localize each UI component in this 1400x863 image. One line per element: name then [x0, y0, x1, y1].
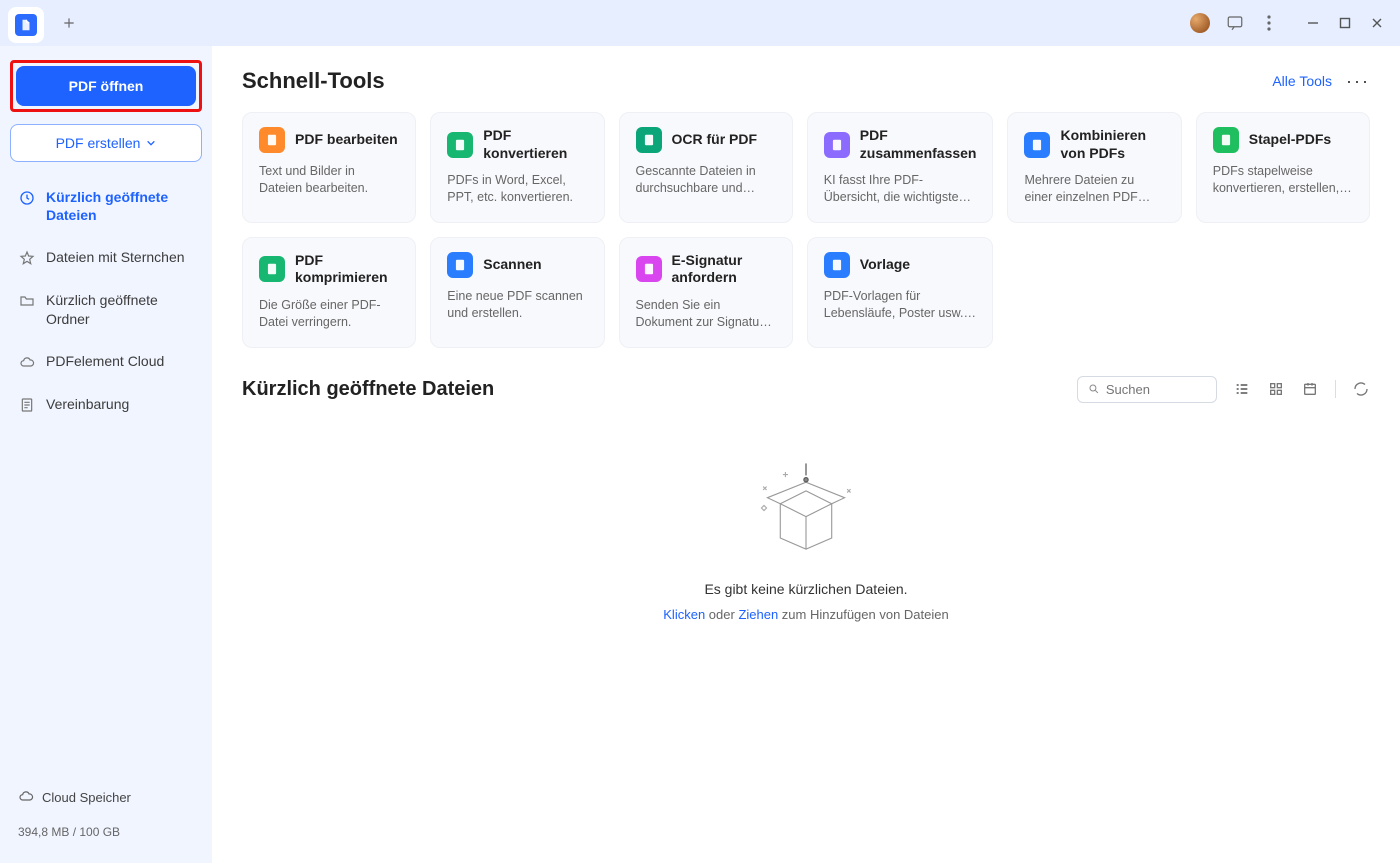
- empty-hint: Klicken oder Ziehen zum Hinzufügen von D…: [663, 607, 948, 622]
- tool-icon: [824, 132, 850, 158]
- tool-desc: PDFs stapelweise konvertieren, erstellen…: [1213, 163, 1353, 197]
- more-icon[interactable]: ···: [1346, 71, 1370, 92]
- grid-view-icon[interactable]: [1267, 380, 1285, 398]
- tool-icon: [1213, 127, 1239, 153]
- kebab-menu-icon[interactable]: [1260, 14, 1278, 32]
- sidebar-item-starred[interactable]: Dateien mit Sternchen: [10, 238, 202, 277]
- tool-card[interactable]: Vorlage PDF-Vorlagen für Lebensläufe, Po…: [807, 237, 994, 348]
- tool-card[interactable]: OCR für PDF Gescannte Dateien in durchsu…: [619, 112, 793, 223]
- search-input[interactable]: [1106, 382, 1206, 397]
- tool-card[interactable]: PDF bearbeiten Text und Bilder in Dateie…: [242, 112, 416, 223]
- empty-state: Es gibt keine kürzlichen Dateien. Klicke…: [242, 453, 1370, 622]
- document-icon: [18, 396, 36, 414]
- storage-usage: 394,8 MB / 100 GB: [18, 825, 194, 839]
- sidebar-item-recent-files[interactable]: Kürzlich geöffnete Dateien: [10, 178, 202, 234]
- tool-title: PDF konvertieren: [483, 127, 587, 162]
- star-icon: [18, 249, 36, 267]
- search-icon: [1088, 382, 1100, 396]
- cloud-storage-link[interactable]: Cloud Speicher: [18, 788, 194, 807]
- tool-icon: [636, 127, 662, 153]
- search-box[interactable]: [1077, 376, 1217, 403]
- sidebar: PDF öffnen PDF erstellen Kürzlich geöffn…: [0, 46, 212, 863]
- create-pdf-button[interactable]: PDF erstellen: [10, 124, 202, 162]
- open-pdf-button[interactable]: PDF öffnen: [16, 66, 196, 106]
- sidebar-item-agreement[interactable]: Vereinbarung: [10, 385, 202, 424]
- tool-card[interactable]: PDF zusammenfassen KI fasst Ihre PDF-Übe…: [807, 112, 994, 223]
- tool-card[interactable]: E-Signatur anfordern Senden Sie ein Doku…: [619, 237, 793, 348]
- sidebar-item-recent-folders[interactable]: Kürzlich geöffnete Ordner: [10, 281, 202, 337]
- tool-desc: Gescannte Dateien in durchsuchbare und b…: [636, 163, 776, 197]
- list-view-icon[interactable]: [1233, 380, 1251, 398]
- tool-desc: Text und Bilder in Dateien bearbeiten.: [259, 163, 399, 197]
- tool-title: Stapel-PDFs: [1249, 131, 1331, 149]
- tool-title: Scannen: [483, 256, 541, 274]
- tool-title: PDF zusammenfassen: [860, 127, 977, 162]
- tool-desc: KI fasst Ihre PDF-Übersicht, die wichtig…: [824, 172, 977, 206]
- new-tab-button[interactable]: [54, 8, 84, 38]
- tool-desc: Senden Sie ein Dokument zur Signatur an …: [636, 297, 776, 331]
- tool-title: Vorlage: [860, 256, 910, 274]
- chevron-down-icon: [146, 138, 156, 148]
- app-logo-icon: [15, 14, 37, 36]
- separator: [1335, 380, 1336, 398]
- tool-desc: Mehrere Dateien zu einer einzelnen PDF z…: [1024, 172, 1164, 206]
- comment-icon[interactable]: [1226, 14, 1244, 32]
- tool-title: PDF komprimieren: [295, 252, 399, 287]
- tool-icon: [636, 256, 662, 282]
- folder-icon: [18, 292, 36, 310]
- click-link[interactable]: Klicken: [663, 607, 705, 622]
- titlebar: [0, 0, 1400, 46]
- quick-tools-grid: PDF bearbeiten Text und Bilder in Dateie…: [242, 112, 1370, 348]
- recent-files-title: Kürzlich geöffnete Dateien: [242, 378, 494, 401]
- create-pdf-label: PDF erstellen: [56, 135, 141, 151]
- all-tools-link[interactable]: Alle Tools: [1272, 73, 1332, 89]
- app-tab[interactable]: [8, 7, 44, 43]
- refresh-icon[interactable]: [1352, 380, 1370, 398]
- quick-tools-title: Schnell-Tools: [242, 68, 385, 94]
- calendar-view-icon[interactable]: [1301, 380, 1319, 398]
- tool-card[interactable]: Kombinieren von PDFs Mehrere Dateien zu …: [1007, 112, 1181, 223]
- sidebar-item-label: Vereinbarung: [46, 395, 129, 413]
- tool-card[interactable]: Stapel-PDFs PDFs stapelweise konvertiere…: [1196, 112, 1370, 223]
- tool-icon: [447, 132, 473, 158]
- minimize-button[interactable]: [1304, 14, 1322, 32]
- close-button[interactable]: [1368, 14, 1386, 32]
- tool-title: Kombinieren von PDFs: [1060, 127, 1164, 162]
- tool-title: OCR für PDF: [672, 131, 758, 149]
- tool-card[interactable]: Scannen Eine neue PDF scannen und erstel…: [430, 237, 604, 348]
- cloud-storage-label: Cloud Speicher: [42, 790, 131, 805]
- clock-icon: [18, 189, 36, 207]
- tool-desc: Eine neue PDF scannen und erstellen.: [447, 288, 587, 322]
- highlight-annotation: PDF öffnen: [10, 60, 202, 112]
- sidebar-item-label: PDFelement Cloud: [46, 352, 164, 370]
- tool-icon: [259, 256, 285, 282]
- tool-desc: PDFs in Word, Excel, PPT, etc. konvertie…: [447, 172, 587, 206]
- maximize-button[interactable]: [1336, 14, 1354, 32]
- tool-icon: [447, 252, 473, 278]
- tool-title: E-Signatur anfordern: [672, 252, 776, 287]
- tool-title: PDF bearbeiten: [295, 131, 398, 149]
- tool-icon: [259, 127, 285, 153]
- tool-card[interactable]: PDF konvertieren PDFs in Word, Excel, PP…: [430, 112, 604, 223]
- tool-icon: [1024, 132, 1050, 158]
- drag-link[interactable]: Ziehen: [738, 607, 778, 622]
- sidebar-item-label: Kürzlich geöffnete Dateien: [46, 188, 194, 224]
- tool-card[interactable]: PDF komprimieren Die Größe einer PDF-Dat…: [242, 237, 416, 348]
- sidebar-item-label: Kürzlich geöffnete Ordner: [46, 291, 194, 327]
- sidebar-item-cloud[interactable]: PDFelement Cloud: [10, 342, 202, 381]
- cloud-icon: [18, 788, 34, 807]
- user-avatar[interactable]: [1190, 13, 1210, 33]
- tool-desc: Die Größe einer PDF-Datei verringern.: [259, 297, 399, 331]
- main-content: Schnell-Tools Alle Tools ··· PDF bearbei…: [212, 46, 1400, 863]
- empty-message: Es gibt keine kürzlichen Dateien.: [704, 581, 907, 597]
- tool-desc: PDF-Vorlagen für Lebensläufe, Poster usw…: [824, 288, 977, 322]
- tool-icon: [824, 252, 850, 278]
- sidebar-item-label: Dateien mit Sternchen: [46, 248, 185, 266]
- cloud-icon: [18, 353, 36, 371]
- empty-box-icon: [746, 453, 866, 563]
